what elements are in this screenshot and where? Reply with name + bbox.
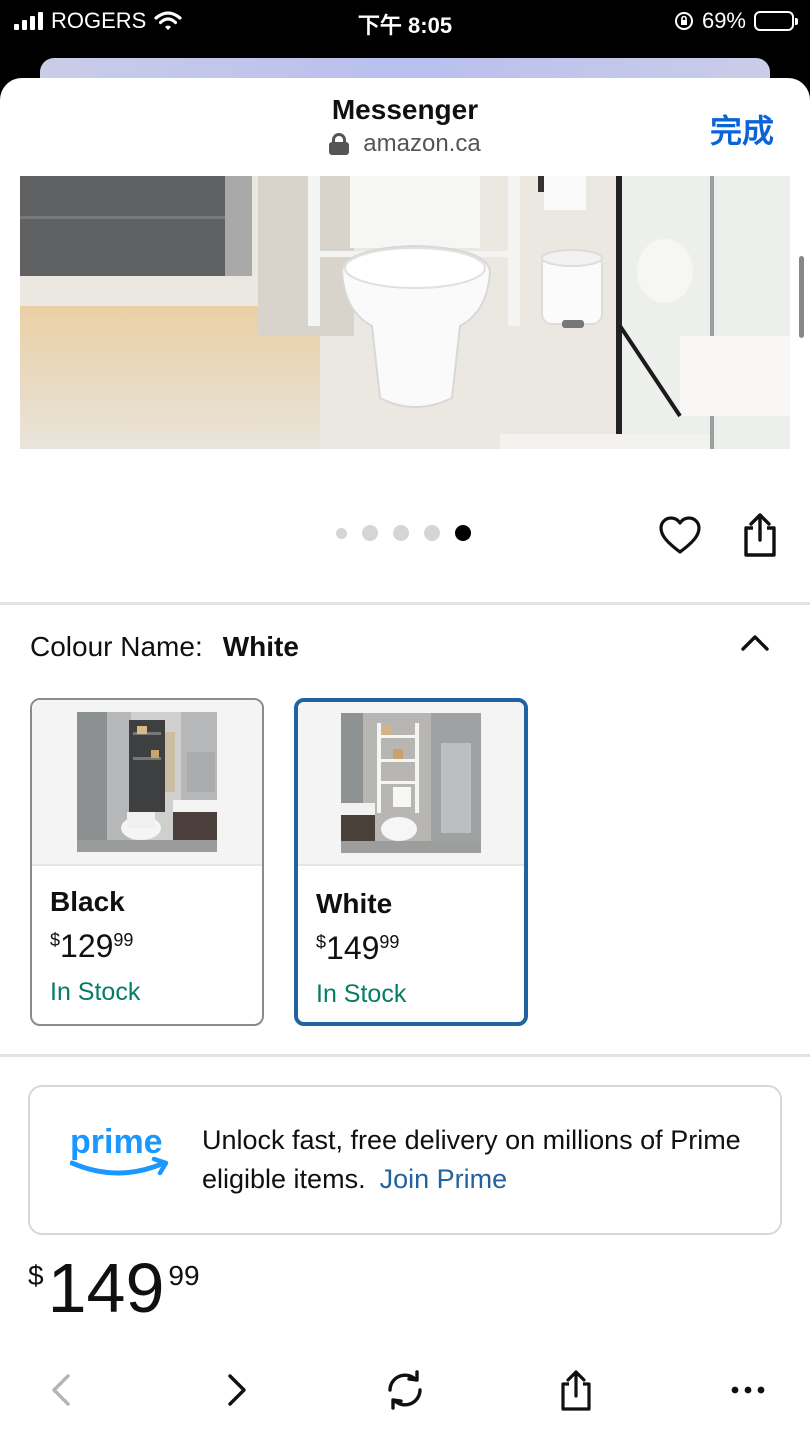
swatch-white-image [298,702,524,866]
share-icon[interactable] [554,1368,598,1412]
colour-label: Colour Name: [30,631,203,662]
carousel-dot[interactable] [362,525,378,541]
browser-toolbar [0,1350,810,1440]
browser-sheet: Messenger amazon.ca 完成 Colour Name: Whit… [0,78,810,1440]
section-divider [0,602,810,605]
favorite-heart-icon[interactable] [658,514,702,558]
carousel-dot[interactable] [393,525,409,541]
more-icon[interactable] [726,1368,770,1412]
carousel-dot[interactable] [424,525,440,541]
lock-icon [329,133,350,155]
product-price: $ 149 99 [28,1248,200,1328]
swatch-price: $12999 [50,928,134,964]
refresh-icon[interactable] [383,1368,427,1412]
carousel-dot[interactable] [455,525,471,541]
done-button[interactable]: 完成 [710,106,774,152]
swatch-stock-status: In Stock [316,980,407,1008]
status-bar: ROGERS 下午 8:05 69% [0,0,810,44]
swatch-black[interactable]: Black $12999 In Stock [30,698,264,1026]
svg-text:prime: prime [70,1123,163,1161]
forward-icon[interactable] [214,1368,258,1412]
page-title: Messenger [331,94,479,125]
swatch-name: Black [50,886,125,917]
swatch-black-image [32,700,262,866]
price-currency: $ [28,1260,44,1291]
url-bar: amazon.ca [0,130,810,158]
orientation-lock-icon [674,12,693,30]
price-fraction: 99 [168,1260,200,1291]
section-divider [0,1054,810,1057]
colour-selector-header: Colour Name: White [30,631,299,663]
prime-logo: prime [70,1123,169,1176]
swatch-name: White [316,888,393,919]
product-image[interactable] [20,176,790,449]
share-icon[interactable] [740,512,780,558]
colour-value: White [222,631,299,662]
chevron-up-icon[interactable] [740,631,770,655]
battery-icon [754,11,798,31]
back-icon[interactable] [40,1368,84,1412]
image-carousel-dots[interactable] [336,525,471,541]
swatch-price: $14999 [316,930,400,966]
scroll-indicator[interactable] [799,256,804,338]
swatch-stock-status: In Stock [50,978,141,1006]
carousel-dot[interactable] [336,527,347,539]
join-prime-link[interactable]: Join Prime [380,1164,508,1194]
url-text: amazon.ca [363,130,481,157]
prime-message: Unlock fast, free delivery on millions o… [202,1125,741,1194]
swatch-white[interactable]: White $14999 In Stock [294,698,528,1026]
prime-promo[interactable]: prime Unlock fast, free delivery on mill… [28,1085,782,1235]
battery-percent: 69% [701,8,746,33]
price-whole: 149 [47,1249,165,1327]
